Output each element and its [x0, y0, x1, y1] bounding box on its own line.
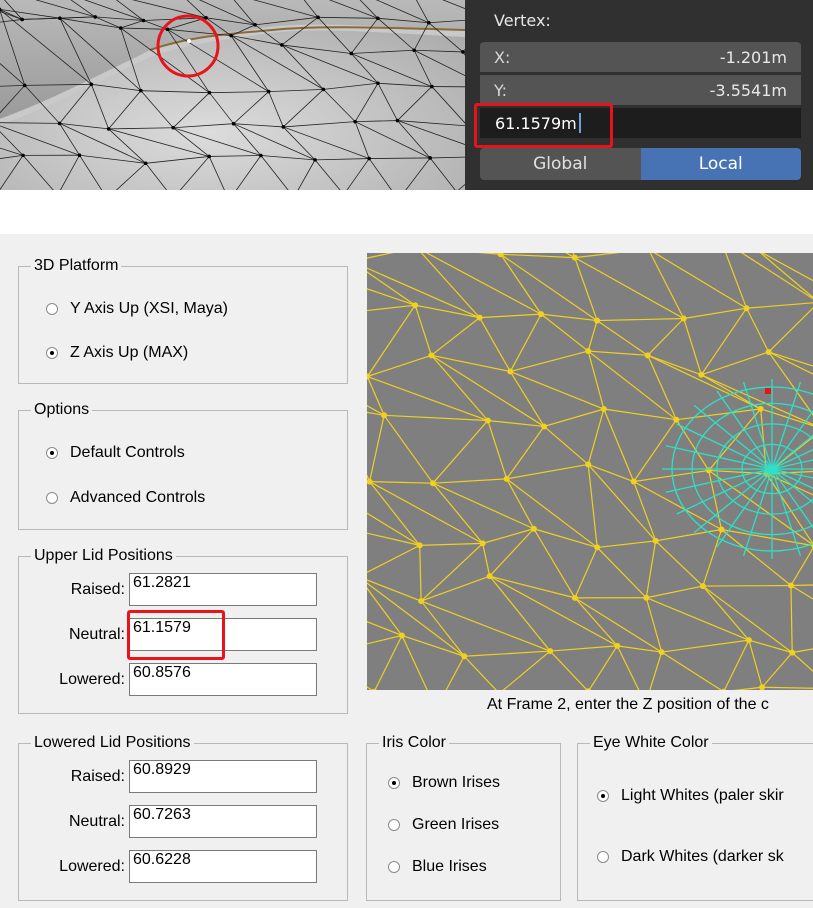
lower-raised-input[interactable]: 60.8929	[129, 760, 317, 793]
radio-label: Y Axis Up (XSI, Maya)	[70, 300, 228, 317]
global-button[interactable]: Global	[480, 148, 641, 180]
upper-lowered-row: Lowered: 60.8576	[19, 663, 317, 696]
x-value: -1.201m	[719, 47, 787, 67]
platform-group: 3D Platform Y Axis Up (XSI, Maya) Z Axis…	[18, 256, 348, 384]
iris-color-group: Iris Color Brown Irises Green Irises Blu…	[366, 733, 561, 901]
radio-default-controls[interactable]: Default Controls	[46, 444, 185, 462]
radio-dark-whites[interactable]: Dark Whites (darker sk	[597, 848, 784, 866]
field-label: Raised:	[70, 580, 125, 598]
eye-white-color-title: Eye White Color	[590, 733, 712, 753]
radio-green-irises[interactable]: Green Irises	[388, 816, 499, 834]
radio-button[interactable]	[46, 492, 58, 504]
field-label: Lowered:	[59, 857, 125, 875]
field-label: Raised:	[70, 767, 125, 785]
y-value: -3.5541m	[709, 80, 787, 100]
radio-button-selected[interactable]	[597, 790, 609, 802]
lower-lid-group: Lowered Lid Positions Raised: 60.8929 Ne…	[18, 733, 348, 901]
radio-label: Light Whites (paler skir	[621, 787, 784, 804]
eye-setup-dialog: 3D Platform Y Axis Up (XSI, Maya) Z Axis…	[0, 234, 813, 908]
radio-light-whites[interactable]: Light Whites (paler skir	[597, 787, 784, 805]
upper-raised-row: Raised: 61.2821	[19, 573, 317, 606]
radio-brown-irises[interactable]: Brown Irises	[388, 774, 500, 792]
upper-lowered-input[interactable]: 60.8576	[129, 663, 317, 696]
radio-advanced-controls[interactable]: Advanced Controls	[46, 489, 205, 507]
lower-lid-title: Lowered Lid Positions	[31, 733, 194, 753]
vertex-y-field[interactable]: Y: -3.5541m	[480, 75, 801, 105]
local-button[interactable]: Local	[640, 148, 801, 180]
field-label: Neutral:	[68, 625, 125, 643]
mesh-wireframe	[0, 0, 465, 190]
radio-button-selected[interactable]	[46, 347, 58, 359]
lower-lowered-row: Lowered: 60.6228	[19, 850, 317, 883]
vertex-header: Vertex:	[494, 11, 551, 30]
field-label: Lowered:	[59, 670, 125, 688]
radio-label: Dark Whites (darker sk	[621, 848, 784, 865]
z-value-highlight	[474, 103, 613, 148]
radio-blue-irises[interactable]: Blue Irises	[388, 858, 487, 876]
radio-label: Blue Irises	[412, 858, 487, 875]
instruction-caption: At Frame 2, enter the Z position of the …	[487, 696, 769, 713]
eye-mesh-image	[367, 253, 813, 690]
mesh-viewport[interactable]	[0, 0, 465, 190]
radio-z-axis-up[interactable]: Z Axis Up (MAX)	[46, 344, 188, 362]
options-group: Options Default Controls Advanced Contro…	[18, 400, 348, 530]
radio-button[interactable]	[388, 819, 400, 831]
neutral-value-highlight	[127, 610, 225, 660]
radio-button[interactable]	[388, 861, 400, 873]
radio-label: Green Irises	[412, 816, 500, 833]
space-toggle: Global Local	[480, 148, 801, 180]
radio-button[interactable]	[597, 851, 609, 863]
vertex-panel: Vertex: X: -1.201m Y: -3.5541m 61.1579m …	[465, 0, 813, 190]
upper-raised-input[interactable]: 61.2821	[129, 573, 317, 606]
iris-color-title: Iris Color	[379, 733, 450, 753]
radio-label: Brown Irises	[412, 774, 501, 791]
lower-neutral-input[interactable]: 60.7263	[129, 805, 317, 838]
x-label: X:	[494, 47, 511, 67]
lower-raised-row: Raised: 60.8929	[19, 760, 317, 793]
platform-group-title: 3D Platform	[31, 256, 122, 276]
radio-label: Z Axis Up (MAX)	[70, 344, 189, 361]
radio-button-selected[interactable]	[388, 777, 400, 789]
field-label: Neutral:	[68, 812, 125, 830]
vertex-x-field[interactable]: X: -1.201m	[480, 42, 801, 72]
blender-view: Vertex: X: -1.201m Y: -3.5541m 61.1579m …	[0, 0, 813, 190]
radio-button[interactable]	[46, 303, 58, 315]
selected-vertex-marker	[765, 388, 771, 394]
lower-lowered-input[interactable]: 60.6228	[129, 850, 317, 883]
y-label: Y:	[494, 80, 508, 100]
upper-lid-title: Upper Lid Positions	[31, 546, 176, 566]
lower-neutral-row: Neutral: 60.7263	[19, 805, 317, 838]
eye-white-color-group: Eye White Color Light Whites (paler skir…	[577, 733, 813, 901]
radio-label: Default Controls	[70, 444, 185, 461]
radio-y-axis-up[interactable]: Y Axis Up (XSI, Maya)	[46, 300, 228, 318]
options-group-title: Options	[31, 400, 93, 420]
radio-label: Advanced Controls	[70, 489, 206, 506]
radio-button-selected[interactable]	[46, 447, 58, 459]
eye-wireframe-preview	[367, 253, 813, 690]
